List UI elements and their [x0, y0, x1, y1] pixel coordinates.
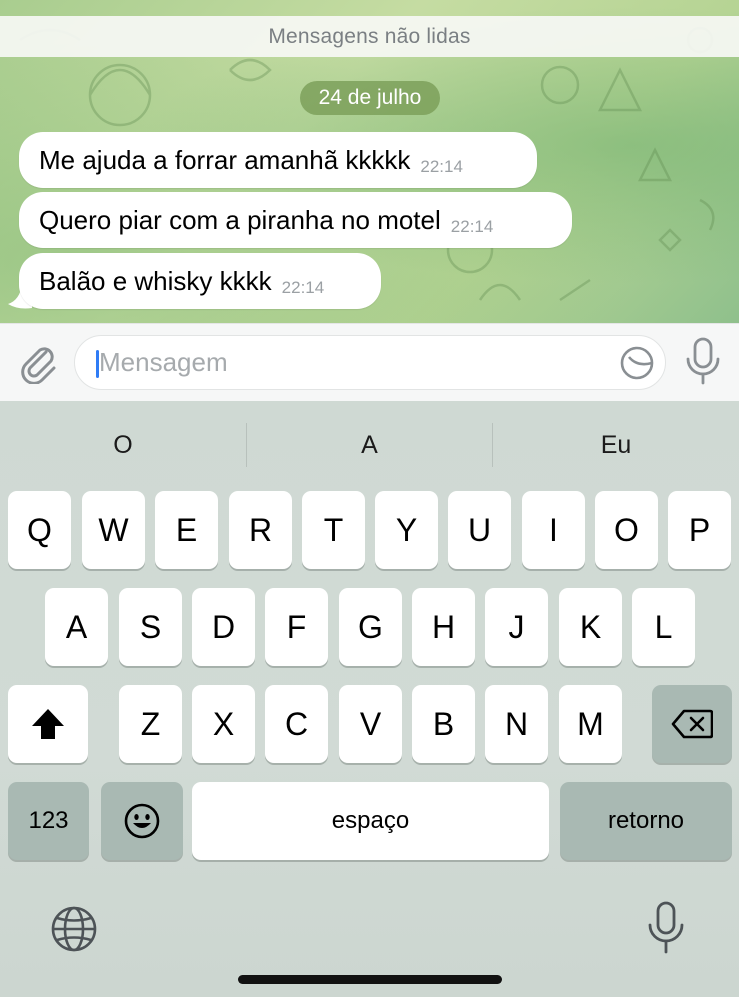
- dictation-microphone-icon[interactable]: [645, 900, 687, 956]
- paperclip-icon[interactable]: [16, 340, 60, 384]
- suggestion-item[interactable]: A: [247, 425, 492, 465]
- key-k[interactable]: K: [559, 588, 622, 666]
- suggestion-item[interactable]: O: [0, 425, 246, 465]
- suggestion-item[interactable]: Eu: [493, 425, 739, 465]
- chat-area: Mensagens não lidas 24 de julho Me ajuda…: [0, 0, 739, 323]
- message-time: 22:14: [450, 217, 494, 236]
- key-y[interactable]: Y: [375, 491, 438, 569]
- key-x[interactable]: X: [192, 685, 255, 763]
- key-d[interactable]: D: [192, 588, 255, 666]
- emoji-icon: [124, 803, 160, 839]
- unread-label: Mensagens não lidas: [268, 24, 471, 48]
- suggestion-bar: O A Eu: [0, 401, 739, 489]
- key-n[interactable]: N: [485, 685, 548, 763]
- key-j[interactable]: J: [485, 588, 548, 666]
- emoji-key[interactable]: [101, 782, 183, 860]
- key-c[interactable]: C: [265, 685, 328, 763]
- numbers-key[interactable]: 123: [8, 782, 89, 860]
- message-field[interactable]: [74, 335, 666, 390]
- microphone-icon[interactable]: [683, 337, 723, 387]
- unread-messages-bar: Mensagens não lidas: [0, 16, 739, 57]
- key-t[interactable]: T: [302, 491, 365, 569]
- message-text: Quero piar com a piranha no motel: [39, 204, 441, 235]
- return-key[interactable]: retorno: [560, 782, 732, 860]
- sticker-icon[interactable]: [619, 345, 655, 381]
- key-u[interactable]: U: [448, 491, 511, 569]
- message-bubble[interactable]: Balão e whisky kkkk 22:14: [19, 253, 381, 309]
- key-g[interactable]: G: [339, 588, 402, 666]
- date-badge: 24 de julho: [300, 81, 440, 115]
- key-f[interactable]: F: [265, 588, 328, 666]
- key-a[interactable]: A: [45, 588, 108, 666]
- globe-icon[interactable]: [49, 904, 99, 954]
- key-z[interactable]: Z: [119, 685, 182, 763]
- key-o[interactable]: O: [595, 491, 658, 569]
- backspace-key[interactable]: [652, 685, 732, 763]
- home-indicator[interactable]: [238, 975, 502, 984]
- message-bubble[interactable]: Me ajuda a forrar amanhã kkkkk 22:14: [19, 132, 537, 188]
- message-bubble[interactable]: Quero piar com a piranha no motel 22:14: [19, 192, 572, 248]
- message-input[interactable]: [99, 336, 599, 389]
- key-v[interactable]: V: [339, 685, 402, 763]
- message-text: Balão e whisky kkkk: [39, 265, 272, 296]
- key-b[interactable]: B: [412, 685, 475, 763]
- key-s[interactable]: S: [119, 588, 182, 666]
- backspace-icon: [671, 709, 713, 739]
- message-time: 22:14: [420, 157, 463, 176]
- shift-key[interactable]: [8, 685, 88, 763]
- message-time: 22:14: [281, 278, 325, 297]
- key-p[interactable]: P: [668, 491, 731, 569]
- space-key[interactable]: espaço: [192, 782, 549, 860]
- date-label: 24 de julho: [318, 86, 422, 109]
- key-m[interactable]: M: [559, 685, 622, 763]
- key-l[interactable]: L: [632, 588, 695, 666]
- key-i[interactable]: I: [522, 491, 585, 569]
- key-q[interactable]: Q: [8, 491, 71, 569]
- key-r[interactable]: R: [229, 491, 292, 569]
- message-input-bar: [0, 323, 739, 401]
- key-e[interactable]: E: [155, 491, 218, 569]
- message-text: Me ajuda a forrar amanhã kkkkk: [39, 144, 411, 175]
- shift-icon: [32, 709, 64, 739]
- key-h[interactable]: H: [412, 588, 475, 666]
- key-w[interactable]: W: [82, 491, 145, 569]
